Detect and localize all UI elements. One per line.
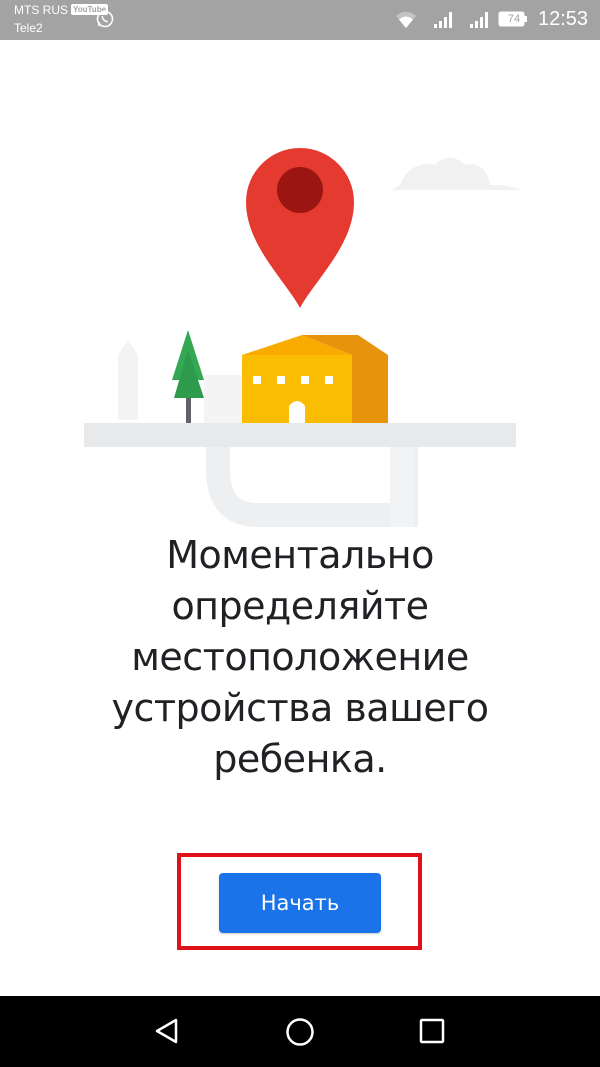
carrier-secondary: Tele2 [14,21,43,35]
battery-level: 74 [507,13,521,25]
signal-icon [434,12,452,28]
start-button[interactable]: Начать [219,873,381,933]
back-icon[interactable] [152,1016,182,1046]
signal-icon-2 [470,12,488,28]
recent-apps-icon[interactable] [418,1017,446,1045]
headline: Моментально определяйте местоположение у… [111,533,489,781]
house-icon [242,335,388,423]
screen: MTS RUS YouTube Tele2 74 12:53 Моменталь… [0,0,600,1067]
home-icon[interactable] [284,1016,316,1048]
whatsapp-icon [96,10,114,28]
clock: 12:53 [538,8,589,30]
location-pin-icon [246,148,354,308]
location-illustration [84,148,520,527]
wifi-icon [396,11,416,28]
cloud-icon [392,157,520,190]
tree-icon [172,330,204,423]
carrier-primary: MTS RUS [14,3,68,17]
navigation-bar [0,996,600,1067]
road-icon [84,423,516,527]
status-bar: MTS RUS YouTube Tele2 74 12:53 [0,0,600,40]
